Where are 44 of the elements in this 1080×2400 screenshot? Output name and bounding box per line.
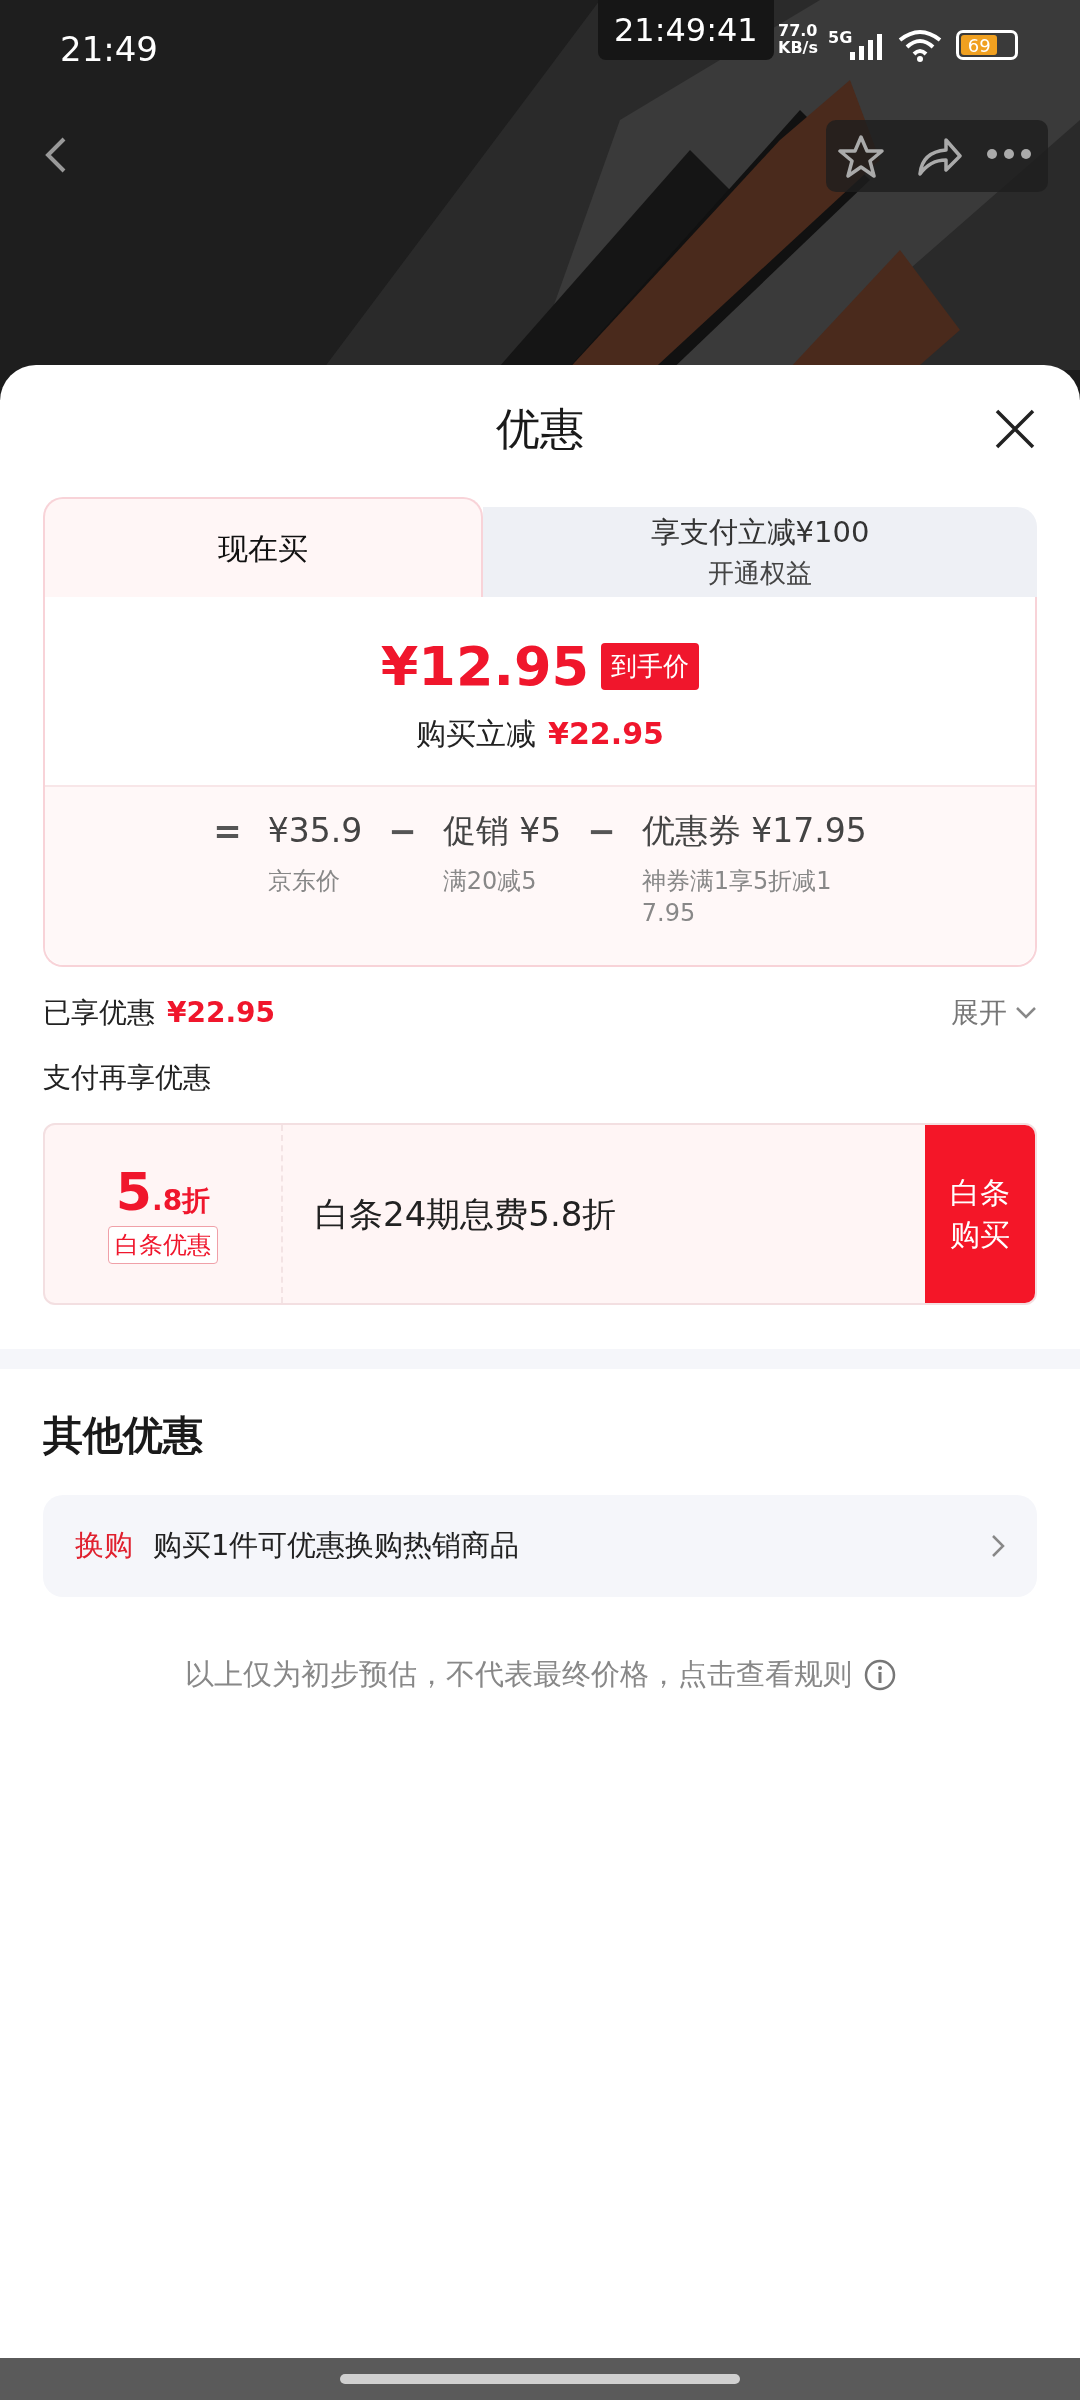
discount-unit: .8折 bbox=[152, 1183, 211, 1219]
sheet-title: 优惠 bbox=[496, 402, 584, 456]
info-icon[interactable] bbox=[863, 1658, 896, 1691]
component-note: 神券满1享5折减17.95 bbox=[641, 866, 833, 929]
offer-badge: 白条优惠 bbox=[108, 1226, 218, 1264]
status-time: 21:49 bbox=[60, 28, 158, 71]
disclaimer-link[interactable]: 以上仅为初步预估，不代表最终价格，点击查看规则 bbox=[184, 1653, 852, 1697]
operator-sign: − bbox=[388, 810, 417, 853]
buy-button[interactable]: 白条购买 bbox=[925, 1125, 1035, 1303]
star-icon[interactable] bbox=[838, 134, 884, 178]
tab[interactable]: 现在买 bbox=[43, 497, 483, 597]
network-speed: KB/s bbox=[778, 39, 818, 56]
close-icon[interactable] bbox=[995, 409, 1035, 449]
component-note: 京东价 bbox=[267, 866, 341, 897]
offer-text: 白条24期息费5.8折 bbox=[314, 1192, 618, 1236]
saving-amount: ¥22.95 bbox=[548, 715, 664, 753]
more-icon[interactable] bbox=[986, 148, 1032, 160]
section-heading: 其他优惠 bbox=[43, 1411, 204, 1460]
back-icon[interactable] bbox=[44, 135, 68, 175]
saving-label: 购买立减 bbox=[416, 715, 537, 753]
network-speed: 77.0 bbox=[778, 22, 818, 39]
chevron-right-icon bbox=[991, 1534, 1005, 1558]
tab[interactable]: 享支付立减¥100 开通权益 bbox=[483, 507, 1037, 597]
discount-value: 5 bbox=[115, 1164, 153, 1220]
price-component: 优惠券 ¥17.95 bbox=[641, 810, 867, 852]
price-component: 促销 ¥5 bbox=[442, 810, 562, 852]
offer-row[interactable]: 换购 购买1件可优惠换购热销商品 bbox=[43, 1495, 1037, 1597]
battery-level: 69 bbox=[961, 35, 998, 55]
component-note: 满20减5 bbox=[442, 866, 538, 897]
network-type: 5G bbox=[828, 27, 853, 49]
final-price: ¥12.95 bbox=[380, 634, 590, 700]
chevron-down-icon bbox=[1015, 1006, 1037, 1020]
wifi-icon bbox=[898, 28, 942, 62]
offer-tag: 换购 bbox=[75, 1524, 133, 1568]
enjoyed-amount: ¥22.95 bbox=[167, 995, 276, 1031]
enjoyed-label: 已享优惠 bbox=[43, 995, 155, 1031]
price-tag: 到手价 bbox=[601, 643, 700, 690]
floating-clock: 21:49:41 bbox=[598, 0, 774, 60]
expand-button[interactable]: 展开 bbox=[951, 992, 1037, 1034]
operator-sign: = bbox=[213, 810, 242, 853]
offer-row-text: 购买1件可优惠换购热销商品 bbox=[153, 1527, 520, 1565]
price-component: ¥35.9 bbox=[267, 810, 363, 852]
operator-sign: − bbox=[587, 810, 616, 853]
section-heading: 支付再享优惠 bbox=[43, 1060, 212, 1096]
